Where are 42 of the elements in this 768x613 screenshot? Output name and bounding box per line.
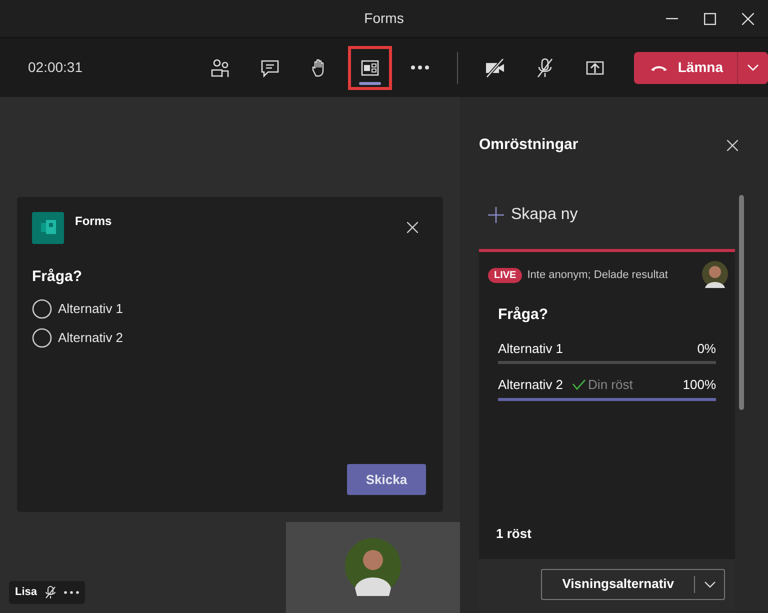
call-timer: 02:00:31: [28, 58, 84, 77]
forms-app-icon: [32, 212, 64, 244]
maximize-icon[interactable]: [704, 13, 716, 25]
camera-off-icon: [484, 58, 505, 78]
percent-value: 100%: [682, 376, 716, 394]
poll-settings-text: Inte anonym; Delade resultat: [527, 268, 668, 283]
question-text: Fråga?: [498, 305, 550, 325]
chat-icon: [260, 58, 280, 78]
forms-icon: [360, 58, 380, 78]
scrollbar[interactable]: [739, 195, 744, 410]
live-badge: LIVE: [488, 268, 522, 282]
percent-value: 0%: [697, 340, 716, 358]
question-text: Fråga?: [32, 267, 84, 287]
participant-name: Lisa: [15, 585, 38, 600]
people-icon: [210, 58, 230, 78]
plus-icon: [488, 207, 504, 223]
view-options-button[interactable]: Visningsalternativ: [542, 570, 694, 598]
option-label: Alternativ 2: [498, 376, 564, 394]
your-vote-label: Din röst: [588, 376, 633, 394]
leave-button[interactable]: Lämna: [634, 52, 737, 84]
minimize-icon[interactable]: [666, 18, 678, 20]
vote-count: 1 röst: [496, 524, 532, 542]
phone-icon: [650, 64, 668, 72]
window-title: Forms: [364, 9, 404, 28]
chevron-down-icon: [704, 580, 716, 588]
radio-button[interactable]: [32, 298, 52, 318]
app-name: Forms: [75, 213, 112, 230]
panel-title: Omröstningar: [479, 134, 578, 155]
more-icon[interactable]: [64, 591, 80, 594]
radio-option[interactable]: Alternativ 2: [32, 328, 124, 348]
chevron-down-icon: [747, 64, 759, 71]
close-icon[interactable]: [742, 13, 754, 25]
create-new-button[interactable]: Skapa ny: [488, 203, 578, 227]
option-label: Alternativ 1: [498, 340, 564, 358]
close-icon[interactable]: [727, 140, 738, 150]
radio-option[interactable]: Alternativ 1: [32, 298, 124, 318]
mic-muted-icon: [534, 58, 555, 78]
radio-button[interactable]: [32, 328, 52, 348]
close-icon[interactable]: [407, 222, 418, 233]
submit-button[interactable]: Skicka: [347, 464, 426, 495]
more-icon: [410, 65, 430, 70]
avatar: [701, 260, 729, 290]
